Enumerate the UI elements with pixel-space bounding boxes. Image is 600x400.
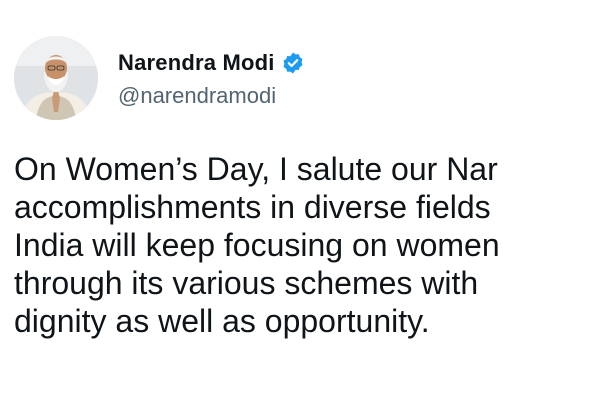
tweet-header: Narendra Modi @narendramodi (14, 36, 305, 120)
tweet-text-line: through its various schemes with (14, 265, 479, 301)
tweet-text-line: On Women’s Day, I salute our Nar (14, 151, 498, 187)
tweet-text-line: India will keep focusing on women (14, 227, 500, 263)
avatar[interactable] (14, 36, 98, 120)
tweet-text: On Women’s Day, I salute our Nar accompl… (14, 150, 600, 340)
author-handle[interactable]: @narendramodi (118, 83, 305, 109)
author-identity: Narendra Modi @narendramodi (118, 47, 305, 109)
tweet-text-line: dignity as well as opportunity. (14, 303, 430, 339)
avatar-photo-icon (14, 36, 98, 120)
tweet-text-line: accomplishments in diverse fields (14, 189, 491, 225)
author-display-name[interactable]: Narendra Modi (118, 50, 275, 76)
tweet-card: Narendra Modi @narendramodi On Women’s D… (0, 0, 600, 400)
verified-badge-icon (281, 51, 305, 75)
name-row: Narendra Modi (118, 47, 305, 79)
